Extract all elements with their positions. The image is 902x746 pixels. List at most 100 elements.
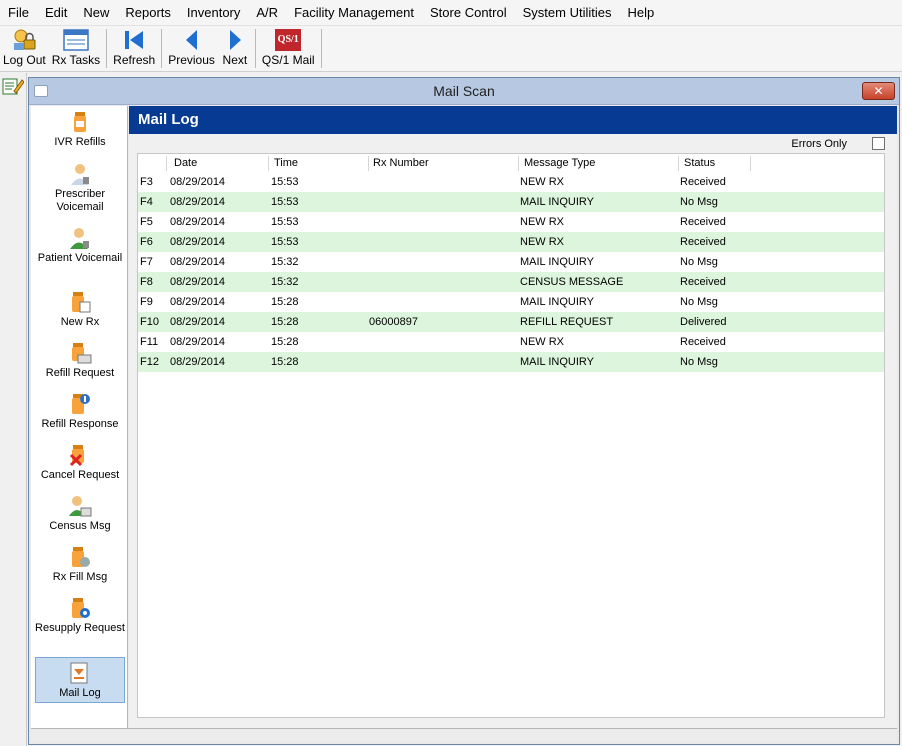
column-header-time[interactable]: Time (274, 157, 298, 169)
next-button[interactable]: Next (218, 26, 252, 71)
table-row[interactable]: F7 08/29/2014 15:32 MAIL INQUIRY No Msg (138, 252, 884, 272)
window-title: Mail Scan (433, 83, 495, 99)
menu-reports[interactable]: Reports (117, 0, 179, 26)
nav-item-prescriber-voicemail[interactable]: Prescriber Voicemail (35, 162, 125, 214)
column-header-status[interactable]: Status (684, 157, 715, 169)
nav-item-refill-response[interactable]: Refill Response (35, 392, 125, 431)
table-row[interactable]: F10 08/29/2014 15:28 06000897 REFILL REQUEST… (138, 312, 884, 332)
mail-log-icon (70, 662, 88, 684)
nav-item-rx-fill-msg[interactable]: Rx Fill Msg (35, 545, 125, 584)
mail-log-grid: Date Time Rx Number Message Type Status … (137, 153, 885, 718)
errors-only-checkbox[interactable] (872, 137, 885, 150)
qs1-logo-text: QS/1 (275, 29, 302, 51)
cell-key: F5 (140, 216, 153, 228)
table-row[interactable]: F11 08/29/2014 15:28 NEW RX Received (138, 332, 884, 352)
errors-only-label: Errors Only (791, 138, 847, 150)
envelope-icon (34, 85, 48, 97)
table-row[interactable]: F8 08/29/2014 15:32 CENSUS MESSAGE Received (138, 272, 884, 292)
nav-item-census-msg[interactable]: Census Msg (35, 494, 125, 533)
cell-time: 15:53 (271, 216, 299, 228)
column-header-date[interactable]: Date (174, 157, 197, 169)
menu-bar: File Edit New Reports Inventory A/R Faci… (0, 0, 902, 26)
menu-file[interactable]: File (0, 0, 37, 26)
cell-status: No Msg (680, 356, 718, 368)
menu-store-control[interactable]: Store Control (422, 0, 515, 26)
cell-key: F3 (140, 176, 153, 188)
nav-item-mail-log[interactable]: Mail Log (35, 657, 125, 703)
menu-system-utilities[interactable]: System Utilities (515, 0, 620, 26)
cell-time: 15:53 (271, 176, 299, 188)
cell-date: 08/29/2014 (170, 296, 226, 308)
cell-date: 08/29/2014 (170, 216, 226, 228)
nav-item-new-rx[interactable]: New Rx (35, 290, 125, 329)
table-row[interactable]: F6 08/29/2014 15:53 NEW RX Received (138, 232, 884, 252)
cell-time: 15:28 (271, 296, 299, 308)
refresh-label: Refresh (113, 53, 156, 67)
toolbar-separator (106, 29, 108, 68)
census-icon (69, 496, 92, 517)
qs1-mail-button[interactable]: QS/1 QS/1 Mail (259, 26, 318, 71)
cell-message-type: NEW RX (520, 176, 564, 188)
nav-item-cancel-request[interactable]: Cancel Request (35, 443, 125, 482)
cell-date: 08/29/2014 (170, 236, 226, 248)
notepad-icon[interactable] (2, 77, 25, 95)
nav-item-ivr-refills[interactable]: IVR Refills (35, 110, 125, 149)
menu-inventory[interactable]: Inventory (179, 0, 248, 26)
qs1-logo-icon: QS/1 (274, 28, 302, 52)
table-row[interactable]: F4 08/29/2014 15:53 MAIL INQUIRY No Msg (138, 192, 884, 212)
table-row[interactable]: F5 08/29/2014 15:53 NEW RX Received (138, 212, 884, 232)
arrow-right-icon (221, 28, 249, 52)
cell-key: F4 (140, 196, 153, 208)
previous-button[interactable]: Previous (165, 26, 218, 71)
cell-status: Received (680, 336, 726, 348)
cell-message-type: MAIL INQUIRY (520, 296, 594, 308)
nav-label: Prescriber Voicemail (54, 188, 106, 213)
nav-label: Cancel Request (40, 469, 120, 481)
nav-item-refill-request[interactable]: Refill Request (35, 341, 125, 380)
menu-facility-management[interactable]: Facility Management (286, 0, 422, 26)
cell-date: 08/29/2014 (170, 316, 226, 328)
toolbar-separator (320, 29, 322, 68)
cell-time: 15:28 (271, 356, 299, 368)
refresh-button[interactable]: Refresh (110, 26, 158, 71)
cell-status: Received (680, 216, 726, 228)
table-row[interactable]: F3 08/29/2014 15:53 NEW RX Received (138, 172, 884, 192)
window-body: IVR Refills Prescriber Voicemail Patient… (29, 106, 899, 744)
cell-status: Received (680, 236, 726, 248)
close-button[interactable]: ✕ (862, 82, 895, 100)
menu-help[interactable]: Help (619, 0, 662, 26)
mail-scan-window: Mail Scan ✕ IVR Refills Prescriber Voice… (28, 77, 900, 745)
column-separator (750, 156, 751, 171)
table-row[interactable]: F12 08/29/2014 15:28 MAIL INQUIRY No Msg (138, 352, 884, 372)
menu-ar[interactable]: A/R (248, 0, 286, 26)
logout-button[interactable]: Log Out (0, 26, 49, 71)
nav-label: Refill Response (41, 418, 119, 430)
mail-log-title: Mail Log (129, 106, 897, 134)
nav-label: Refill Request (45, 367, 115, 379)
cell-date: 08/29/2014 (170, 196, 226, 208)
column-header-rx-number[interactable]: Rx Number (373, 157, 429, 169)
cell-time: 15:28 (271, 336, 299, 348)
nav-item-patient-voicemail[interactable]: Patient Voicemail (35, 226, 125, 265)
menu-new[interactable]: New (75, 0, 117, 26)
column-separator (678, 156, 679, 171)
toolbar: Log Out Rx Tasks Refresh Previous Next Q… (0, 26, 902, 72)
pill-bottle-icon (74, 112, 86, 132)
cell-date: 08/29/2014 (170, 336, 226, 348)
rx-tasks-button[interactable]: Rx Tasks (49, 26, 103, 71)
refill-request-icon (72, 343, 92, 364)
window-icon (62, 28, 90, 52)
nav-item-resupply-request[interactable]: Resupply Request (35, 596, 125, 635)
previous-label: Previous (168, 53, 215, 67)
column-header-message-type[interactable]: Message Type (524, 157, 595, 169)
menu-edit[interactable]: Edit (37, 0, 75, 26)
nav-label: Patient Voicemail (37, 252, 123, 264)
cell-message-type: CENSUS MESSAGE (520, 276, 624, 288)
mail-log-panel: Mail Log Errors Only Date Time Rx Number… (129, 106, 897, 728)
left-strip (0, 73, 27, 746)
cell-status: Received (680, 176, 726, 188)
cell-key: F6 (140, 236, 153, 248)
window-titlebar[interactable]: Mail Scan ✕ (29, 78, 899, 105)
table-row[interactable]: F9 08/29/2014 15:28 MAIL INQUIRY No Msg (138, 292, 884, 312)
cell-status: No Msg (680, 256, 718, 268)
